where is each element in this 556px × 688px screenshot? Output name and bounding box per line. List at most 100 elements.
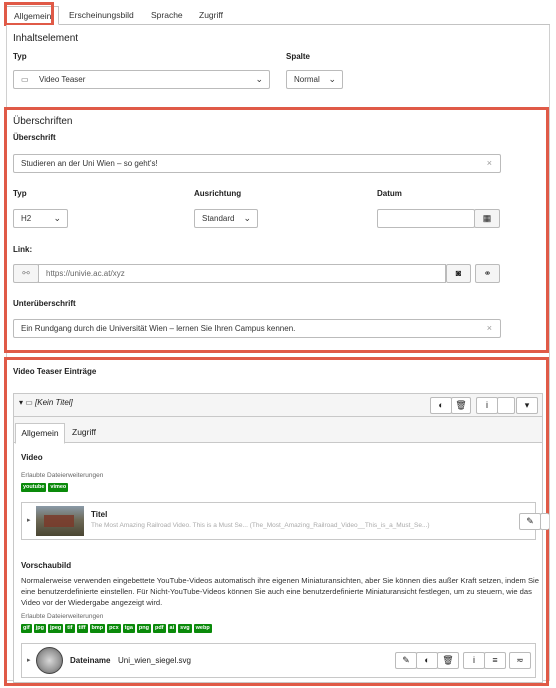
link-wizard-button[interactable]: ⚭ xyxy=(475,264,500,283)
image-allowed-label: Erlaubte Dateierweiterungen xyxy=(21,613,104,620)
info-icon: i xyxy=(473,655,475,665)
ext-badge: bmp xyxy=(89,624,106,633)
chevron-down-icon: ⌄ xyxy=(243,213,251,223)
ext-badge: gif xyxy=(21,624,32,633)
highlight-ueberschriften xyxy=(4,107,549,353)
video-allowed-label: Erlaubte Dateierweiterungen xyxy=(21,472,104,479)
ausrichtung-select[interactable]: Standard ⌄ xyxy=(194,209,258,228)
toggle-image-button[interactable]: ◐ xyxy=(416,652,438,669)
delete-image-button[interactable]: 🗑 xyxy=(437,652,459,669)
link-input[interactable]: https://univie.ac.at/xyz xyxy=(38,264,446,283)
typ-value: Video Teaser xyxy=(39,75,86,84)
ext-badge: tiff xyxy=(76,624,88,633)
video-thumbnail xyxy=(36,506,84,536)
inhaltselement-title: Inhaltselement xyxy=(13,33,79,44)
file-label: Dateiname xyxy=(70,656,111,665)
tab-zugriff[interactable]: Zugriff xyxy=(192,6,230,25)
ext-badge: ai xyxy=(167,624,177,633)
ueberschrift-input[interactable]: Studieren an der Uni Wien – so geht's! × xyxy=(13,154,501,173)
typ-select[interactable]: ▭ Video Teaser ⌄ xyxy=(13,70,270,89)
delete-button[interactable]: 🗑 xyxy=(451,397,471,414)
spalte-label: Spalte xyxy=(286,52,311,61)
link-browser-button[interactable]: ◙ xyxy=(446,264,471,283)
caret-down-icon: ▾ xyxy=(524,400,530,410)
ext-badge: jpeg xyxy=(47,624,64,633)
expand-caret-icon[interactable]: ▸ xyxy=(27,656,31,664)
more-button[interactable] xyxy=(497,397,515,414)
clear-icon[interactable]: × xyxy=(487,320,492,337)
unterueberschrift-label: Unterüberschrift xyxy=(13,299,76,308)
video-icon: ▭ xyxy=(21,75,29,84)
video-label: Video xyxy=(21,453,43,462)
chevron-down-icon: ⌄ xyxy=(328,74,336,84)
info-image-button[interactable]: i xyxy=(463,652,485,669)
inner-tab-allgemein[interactable]: Allgemein xyxy=(15,423,65,444)
menu-image-button[interactable]: ≡ xyxy=(484,652,506,669)
top-tab-bar: Allgemein Erscheinungsbild Sprache Zugri… xyxy=(6,6,550,25)
collapse-caret-icon[interactable]: ▾ xyxy=(19,398,23,407)
video-file-item[interactable] xyxy=(21,502,536,540)
ext-badge: vimeo xyxy=(48,483,69,492)
highlight-tab xyxy=(4,2,54,26)
video-ext-list: youtube vimeo xyxy=(21,481,70,492)
ueberschrift-label: Überschrift xyxy=(13,133,56,142)
edit-image-button[interactable]: ✎ xyxy=(395,652,417,669)
ext-badge: jpg xyxy=(33,624,46,633)
ext-badge: pdf xyxy=(152,624,166,633)
chevron-down-icon: ⌄ xyxy=(53,213,61,223)
expand-caret-icon[interactable]: ▸ xyxy=(27,516,31,524)
ueberschriften-title: Überschriften xyxy=(13,116,73,127)
chevron-down-icon: ⌄ xyxy=(255,74,263,84)
link-value: https://univie.ac.at/xyz xyxy=(46,269,125,278)
edit-video-button[interactable]: ✎ xyxy=(519,513,541,530)
inner-tab-zugriff[interactable]: Zugriff xyxy=(72,427,96,437)
ueberschrift-value: Studieren an der Uni Wien – so geht's! xyxy=(21,159,158,168)
unterueberschrift-input[interactable]: Ein Rundgang durch die Universität Wien … xyxy=(13,319,501,338)
video-item-title: Titel xyxy=(91,510,108,519)
file-name: Uni_wien_siegel.svg xyxy=(118,656,191,665)
typ-label: Typ xyxy=(13,52,27,61)
entries-title: Video Teaser Einträge xyxy=(13,367,97,376)
spalte-select[interactable]: Normal ⌄ xyxy=(286,70,343,89)
calendar-button[interactable]: ▦ xyxy=(474,209,500,228)
trash-icon: 🗑 xyxy=(442,655,454,665)
tab-erscheinungsbild[interactable]: Erscheinungsbild xyxy=(62,6,141,25)
entry-header-label: ▾ ▭ [Kein Titel] xyxy=(19,398,73,407)
ext-badge: tga xyxy=(122,624,135,633)
link-browser-icon: ◙ xyxy=(455,268,462,278)
image-ext-list: gif jpg jpeg tif tiff bmp pcx tga png pdf ai svg web… xyxy=(21,622,214,633)
trash-icon: 🗑 xyxy=(455,400,467,410)
ext-badge: svg xyxy=(178,624,192,633)
ausrichtung-value: Standard xyxy=(202,214,235,223)
ext-badge: pcx xyxy=(107,624,121,633)
info-button[interactable]: i xyxy=(476,397,498,414)
tab-sprache[interactable]: Sprache xyxy=(144,6,190,25)
seal-thumbnail xyxy=(36,647,63,674)
unterueberschrift-value: Ein Rundgang durch die Universität Wien … xyxy=(21,324,296,333)
toggle-visibility-button[interactable]: ◐ xyxy=(430,397,452,414)
video-item-desc: The Most Amazing Railroad Video. This is… xyxy=(91,522,430,529)
toggle-icon: ◐ xyxy=(438,400,444,410)
datum-input[interactable] xyxy=(377,209,475,228)
ext-badge: youtube xyxy=(21,483,47,492)
toggle-icon: ◐ xyxy=(424,655,430,665)
link-icon: ⚯ xyxy=(22,268,30,278)
chain-icon: ⚭ xyxy=(483,268,492,278)
sort-image-button[interactable]: ≂ xyxy=(509,652,531,669)
dropdown-button[interactable]: ▾ xyxy=(516,397,538,414)
pencil-icon: ✎ xyxy=(402,655,410,665)
menu-icon: ≡ xyxy=(492,655,498,665)
spalte-value: Normal xyxy=(294,75,320,84)
ext-badge: webp xyxy=(193,624,212,633)
ausrichtung-label: Ausrichtung xyxy=(194,189,242,198)
link-prefix: ⚯ xyxy=(13,264,39,283)
h-typ-value: H2 xyxy=(21,214,32,223)
h-typ-label: Typ xyxy=(13,189,27,198)
vorschau-desc: Normalerweise verwenden eingebettete You… xyxy=(21,576,539,607)
calendar-icon: ▦ xyxy=(482,213,492,223)
overflow-button[interactable] xyxy=(540,513,549,530)
h-typ-select[interactable]: H2 ⌄ xyxy=(13,209,68,228)
clear-icon[interactable]: × xyxy=(487,155,492,172)
ext-badge: tif xyxy=(65,624,75,633)
video-icon: ▭ xyxy=(25,398,33,407)
